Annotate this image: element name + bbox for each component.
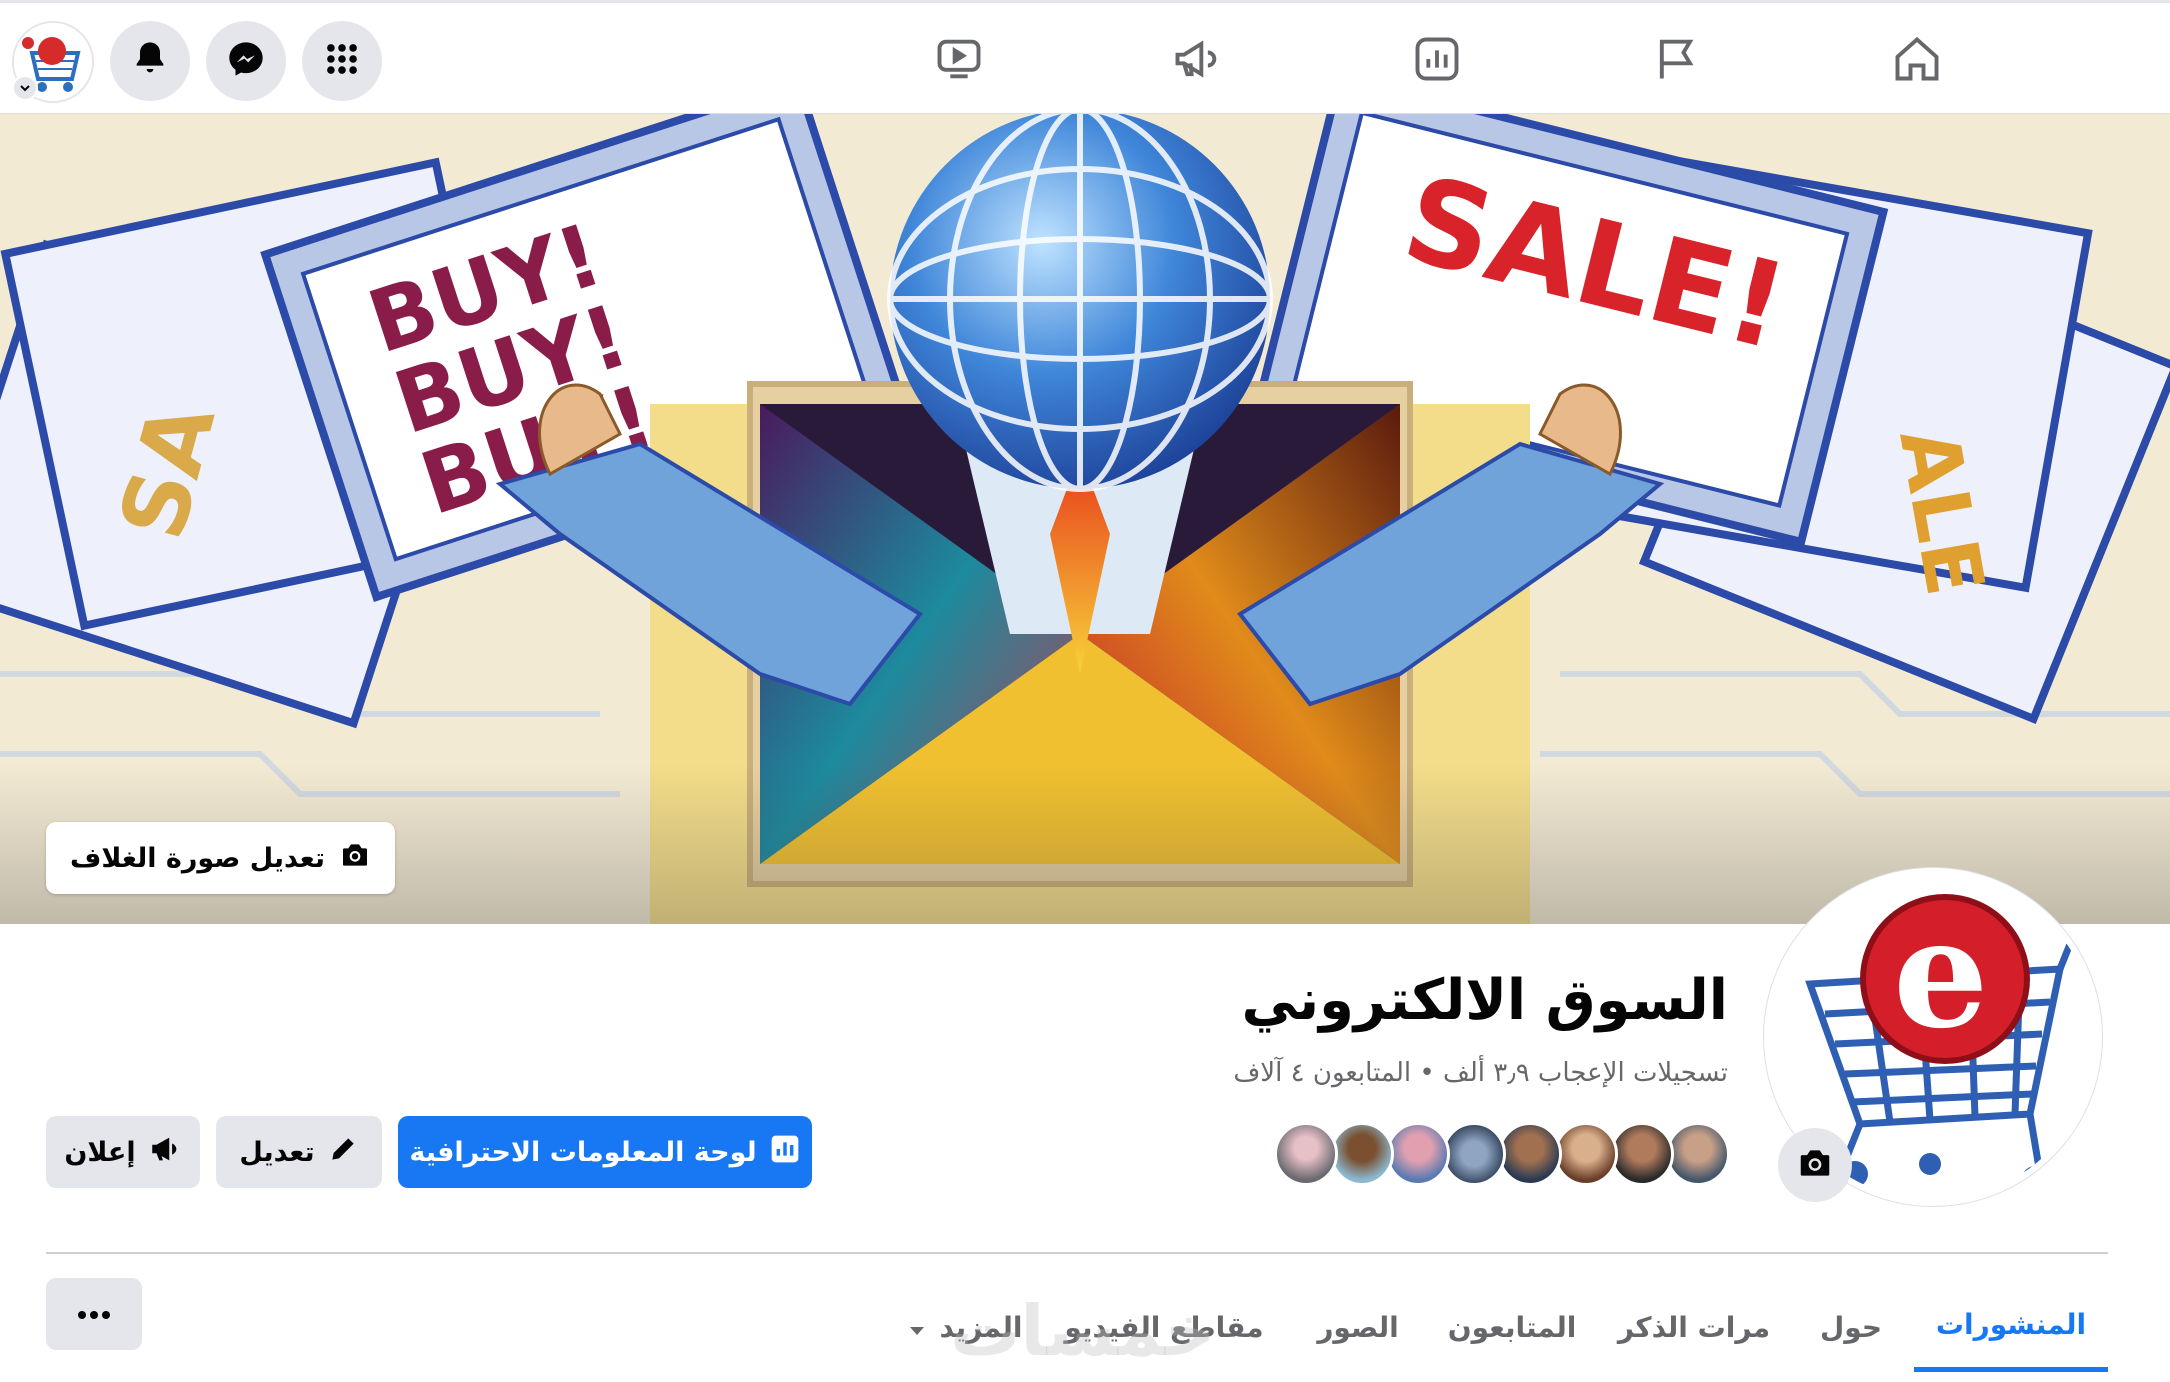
profile-picture-camera-button[interactable]: [1778, 1128, 1852, 1202]
tab-label: المزيد: [939, 1310, 1023, 1344]
account-menu-chevron-icon[interactable]: [12, 75, 38, 101]
edit-page-label: تعديل: [239, 1136, 315, 1168]
follower-avatar[interactable]: [1554, 1122, 1618, 1186]
tab-posts[interactable]: المنشورات: [1914, 1282, 2108, 1372]
follower-avatar[interactable]: [1330, 1122, 1394, 1186]
insights-icon: [1411, 33, 1463, 89]
messenger-icon: [226, 39, 266, 83]
nav-home[interactable]: [1862, 21, 1972, 101]
follower-avatar[interactable]: [1442, 1122, 1506, 1186]
header-divider: [46, 1252, 2108, 1254]
follower-avatar[interactable]: [1386, 1122, 1450, 1186]
tab-more[interactable]: المزيد: [890, 1282, 1040, 1372]
camera-icon: [339, 839, 371, 878]
nav-pages[interactable]: [1622, 21, 1732, 101]
svg-text:e: e: [1893, 886, 1988, 1062]
more-dots-icon: [77, 1305, 111, 1324]
follower-avatars[interactable]: [1272, 1122, 1730, 1188]
tab-label: مرات الذكر: [1617, 1310, 1771, 1344]
page-title: السوق الالكتروني: [1241, 968, 1728, 1033]
pencil-icon: [327, 1133, 359, 1172]
grid-menu-icon: [323, 40, 361, 82]
megaphone-icon: [1171, 33, 1223, 89]
professional-dashboard-label: لوحة المعلومات الاحترافية: [409, 1136, 757, 1168]
top-navigation-bar: [0, 0, 2170, 114]
cover-photo: SA BUY! BUY! BUY! ALE SALE!: [0, 114, 2170, 924]
messenger-button[interactable]: [206, 21, 286, 101]
page-stats[interactable]: تسجيلات الإعجاب ٣٫٩ ألف • المتابعون ٤ آل…: [1233, 1058, 1728, 1088]
tab-about[interactable]: حول: [1796, 1282, 1906, 1372]
tab-followers[interactable]: المتابعون: [1432, 1282, 1592, 1372]
menu-button[interactable]: [302, 21, 382, 101]
advertise-label: إعلان: [64, 1136, 136, 1168]
notifications-button[interactable]: [110, 21, 190, 101]
home-icon: [1891, 33, 1943, 89]
follower-avatar[interactable]: [1498, 1122, 1562, 1186]
tab-videos[interactable]: مقاطع الفيديو: [1064, 1282, 1264, 1372]
edit-cover-photo-button[interactable]: تعديل صورة الغلاف: [46, 822, 396, 894]
tab-photos[interactable]: الصور: [1298, 1282, 1418, 1372]
edit-page-button[interactable]: تعديل: [216, 1116, 382, 1188]
tab-label: المتابعون: [1447, 1310, 1577, 1344]
camera-icon: [1796, 1144, 1834, 1186]
professional-dashboard-button[interactable]: لوحة المعلومات الاحترافية: [398, 1116, 812, 1188]
insights-icon: [769, 1133, 801, 1172]
tab-label: مقاطع الفيديو: [1064, 1310, 1264, 1344]
tab-mentions[interactable]: مرات الذكر: [1604, 1282, 1784, 1372]
follower-avatar[interactable]: [1666, 1122, 1730, 1186]
more-options-button[interactable]: [46, 1278, 142, 1350]
nav-insights[interactable]: [1382, 21, 1492, 101]
caret-down-icon: [908, 1311, 926, 1344]
tab-label: الصور: [1317, 1310, 1399, 1344]
edit-cover-photo-label: تعديل صورة الغلاف: [70, 842, 326, 874]
bell-icon: [130, 39, 170, 83]
megaphone-icon: [148, 1132, 182, 1173]
watch-icon: [933, 33, 985, 89]
follower-avatar[interactable]: [1610, 1122, 1674, 1186]
advertise-button[interactable]: إعلان: [46, 1116, 200, 1188]
tab-label: حول: [1819, 1310, 1883, 1344]
nav-ads[interactable]: [1142, 21, 1252, 101]
follower-avatar[interactable]: [1274, 1122, 1338, 1186]
flag-icon: [1651, 33, 1703, 89]
nav-watch[interactable]: [904, 21, 1014, 101]
tab-label: المنشورات: [1935, 1308, 2087, 1341]
